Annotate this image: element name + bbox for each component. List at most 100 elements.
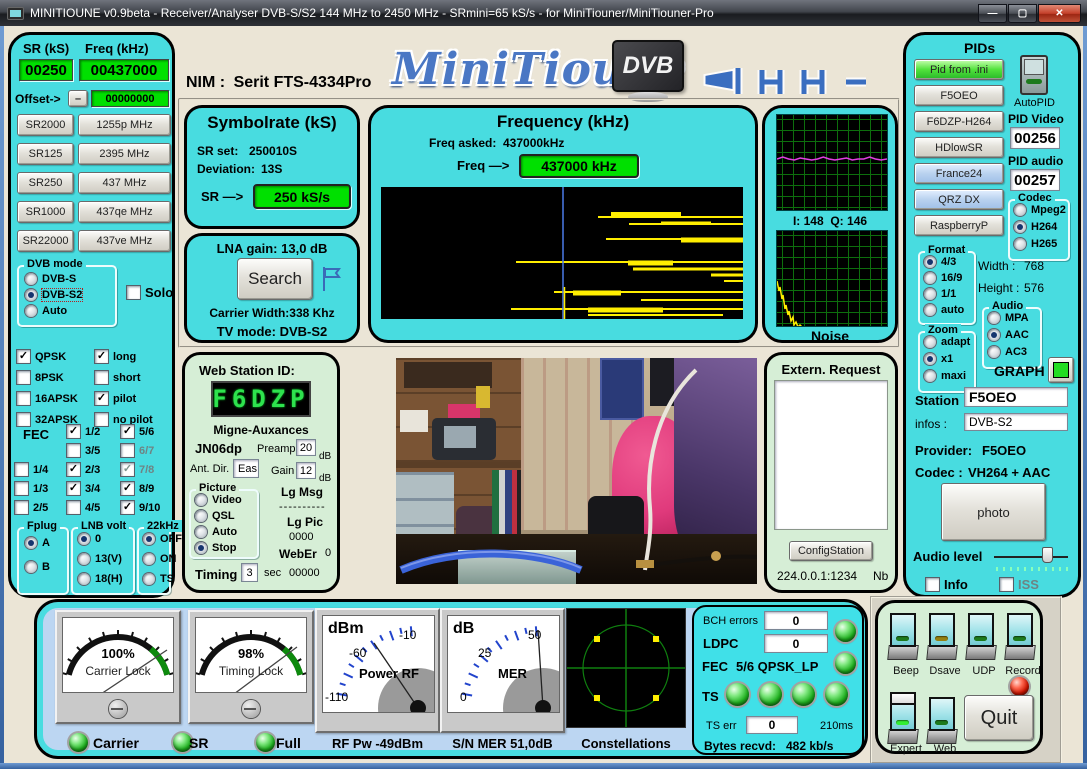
fec-3-5-checkbox[interactable] [67,444,80,457]
pid-f6dzp-h264-button[interactable]: F6DZP-H264 [914,111,1004,132]
auto-radio[interactable] [195,526,207,538]
0-radio[interactable] [78,533,90,545]
configstation-button[interactable]: ConfigStation [789,541,873,561]
pid-qrz-dx-button[interactable]: QRZ DX [914,189,1004,210]
preset-437-mhz-button[interactable]: 437 MHz [78,172,171,194]
fec-8-9[interactable]: ✓8/9 [121,482,154,495]
udp-switch[interactable] [966,611,996,663]
radio-auto[interactable]: Auto [25,305,67,317]
pid-f5oeo-button[interactable]: F5OEO [914,85,1004,106]
preset-sr1000-button[interactable]: SR1000 [17,201,74,223]
preset-sr2000-button[interactable]: SR2000 [17,114,74,136]
fec-3-5[interactable]: 3/5 [67,444,100,457]
fec-2-5-checkbox[interactable] [15,501,28,514]
checkbox-8psk[interactable]: 8PSK [17,371,64,384]
fec-6-7[interactable]: 6/7 [121,444,154,457]
fec-7-8[interactable]: ✓7/8 [121,463,154,476]
extern-listbox[interactable] [774,380,888,530]
fec-1-4[interactable]: 1/4 [15,463,48,476]
radio-16-9[interactable]: 16/9 [924,272,962,284]
adapt-radio[interactable] [924,336,936,348]
checkbox-long[interactable]: ✓long [95,350,136,363]
stop-radio[interactable] [195,542,207,554]
h264-radio[interactable] [1014,221,1026,233]
maximize-button[interactable]: ▢ [1008,4,1037,23]
web-switch[interactable] [927,695,957,747]
checkbox-pilot[interactable]: ✓pilot [95,392,136,405]
16-9-radio[interactable] [924,272,936,284]
qsl-radio[interactable] [195,510,207,522]
preset-sr22000-button[interactable]: SR22000 [17,230,74,252]
auto-radio[interactable] [25,305,37,317]
short-checkbox[interactable] [95,371,108,384]
pid-pid-from-ini-button[interactable]: Pid from .ini [914,59,1004,80]
fec-3-4[interactable]: ✓3/4 [67,482,100,495]
radio-adapt[interactable]: adapt [924,336,970,348]
photo-button[interactable]: photo [941,483,1046,541]
fec-4-5[interactable]: 4/5 [67,501,100,514]
radio-aac[interactable]: AAC [988,329,1029,341]
solo-checkbox[interactable] [127,286,140,299]
radio-mpeg2[interactable]: Mpeg2 [1014,204,1066,216]
b-radio[interactable] [25,561,37,573]
4-3-radio[interactable] [924,256,936,268]
h265-radio[interactable] [1014,238,1026,250]
radio-1-1[interactable]: 1/1 [924,288,956,300]
dvb-s2-radio[interactable] [25,289,37,301]
radio-auto[interactable]: auto [924,304,964,316]
fec-3-4-checkbox[interactable]: ✓ [67,482,80,495]
fec-8-9-checkbox[interactable]: ✓ [121,482,134,495]
quit-button[interactable]: Quit [964,695,1034,741]
pilot-checkbox[interactable]: ✓ [95,392,108,405]
fec-1-3-checkbox[interactable] [15,482,28,495]
sr-value-field[interactable]: 00250 [19,59,73,81]
beep-switch[interactable] [888,611,918,663]
fec-1-4-checkbox[interactable] [15,463,28,476]
checkbox-short[interactable]: short [95,371,141,384]
aac-radio[interactable] [988,329,1000,341]
radio-qsl[interactable]: QSL [195,510,235,522]
solo-checkbox-row[interactable]: Solo [127,285,173,300]
pid-raspberryp-button[interactable]: RaspberryP [914,215,1004,236]
a-radio[interactable] [25,537,37,549]
graph-button[interactable] [1048,357,1074,383]
radio-ts[interactable]: TS [143,573,174,585]
preset-2395-mhz-button[interactable]: 2395 MHz [78,143,171,165]
fec-2-3-checkbox[interactable]: ✓ [67,463,80,476]
autopid-switch-icon[interactable] [1020,55,1048,95]
preset-437ve-mhz-button[interactable]: 437ve MHz [78,230,171,252]
audio-level-thumb[interactable] [1042,547,1053,563]
gain-field[interactable]: 12 [296,462,316,479]
radio-on[interactable]: ON [143,553,177,565]
mpa-radio[interactable] [988,312,1000,324]
radio-mpa[interactable]: MPA [988,312,1029,324]
video-radio[interactable] [195,494,207,506]
pid-video-field[interactable]: 00256 [1010,127,1060,149]
infos-field[interactable]: DVB-S2 [964,413,1068,431]
search-button[interactable]: Search [237,258,313,300]
mpeg2-radio[interactable] [1014,204,1026,216]
checkbox-16apsk[interactable]: 16APSK [17,392,78,405]
expert-switch[interactable] [888,695,918,747]
fec-9-10[interactable]: ✓9/10 [121,501,160,514]
pid-hdlowsr-button[interactable]: HDlowSR [914,137,1004,158]
fec-1-3[interactable]: 1/3 [15,482,48,495]
radio-b[interactable]: B [25,561,50,573]
fec-9-10-checkbox[interactable]: ✓ [121,501,134,514]
fec-1-2[interactable]: ✓1/2 [67,425,100,438]
radio-0[interactable]: 0 [78,533,101,545]
fec-5-6[interactable]: ✓5/6 [121,425,154,438]
fec-2-5[interactable]: 2/5 [15,501,48,514]
radio-18-h[interactable]: 18(H) [78,573,123,585]
off-radio[interactable] [143,533,155,545]
close-button[interactable]: ✕ [1038,4,1081,23]
1-1-radio[interactable] [924,288,936,300]
preset-sr250-button[interactable]: SR250 [17,172,74,194]
8psk-checkbox[interactable] [17,371,30,384]
offset-value-field[interactable]: 00000000 [91,90,169,107]
x1-radio[interactable] [924,353,936,365]
on-radio[interactable] [143,553,155,565]
radio-off[interactable]: OFF [143,533,182,545]
station-field[interactable]: F5OEO [964,387,1068,407]
ac3-radio[interactable] [988,346,1000,358]
